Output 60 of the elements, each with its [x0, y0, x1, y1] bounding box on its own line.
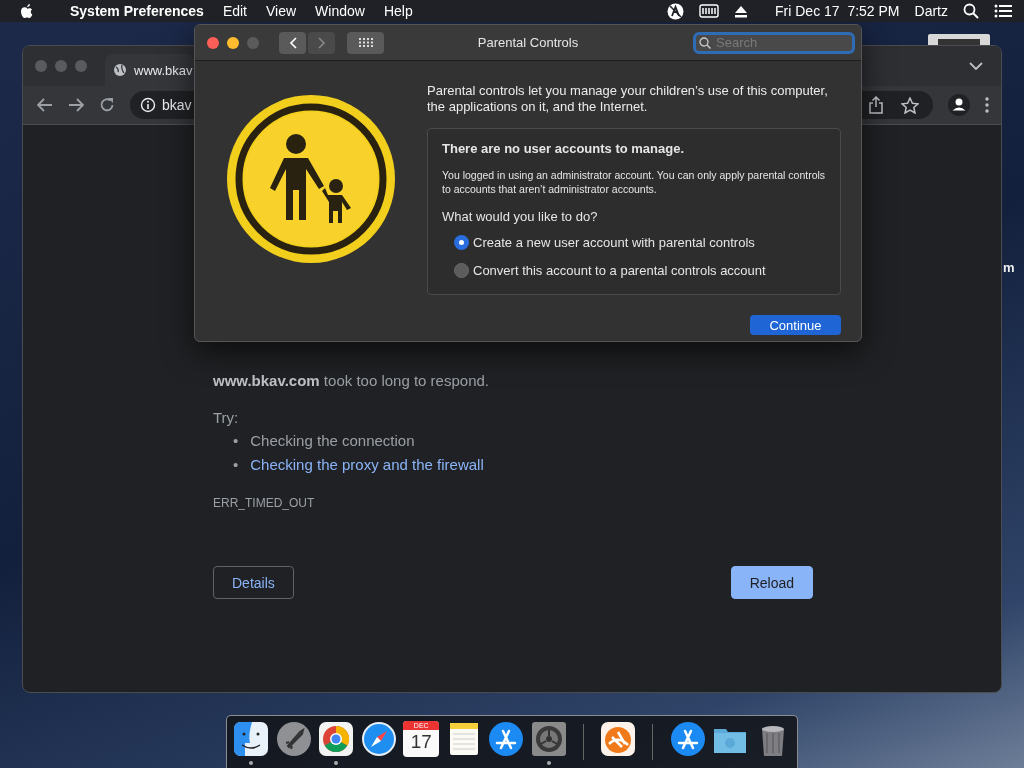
chevron-right-icon: [317, 36, 326, 49]
apple-logo-icon[interactable]: [19, 2, 35, 20]
window-title: Parental Controls: [477, 35, 579, 50]
parent-and-child-icon: [226, 94, 396, 264]
radio-label[interactable]: Create a new user account with parental controls: [473, 234, 755, 250]
radio-button[interactable]: [454, 262, 469, 278]
back-button[interactable]: [279, 31, 306, 54]
list-icon[interactable]: [994, 4, 1012, 18]
error-message: www.bkav.com took too long to respond.: [213, 372, 490, 389]
reload-icon[interactable]: [99, 97, 115, 113]
reload-button[interactable]: Reload: [730, 566, 813, 599]
search-icon[interactable]: [963, 3, 979, 19]
radio-button[interactable]: [454, 234, 469, 250]
details-button[interactable]: Details: [213, 566, 294, 599]
menu-item[interactable]: View: [266, 3, 297, 19]
suggestion-link[interactable]: Checking the proxy and the firewall: [250, 456, 484, 474]
notice-text: You logged in using an administrator account. You can only apply parental controls to accounts that aren’t administrator accounts.: [442, 168, 826, 196]
bullet-mark: •: [233, 432, 239, 450]
more-menu-icon[interactable]: [985, 97, 989, 113]
eject-icon[interactable]: [734, 4, 749, 18]
menu-item[interactable]: Window: [315, 3, 365, 19]
back-arrow-icon[interactable]: [37, 98, 53, 112]
rocket-icon[interactable]: [275, 721, 312, 757]
chevron-left-icon: [288, 36, 297, 49]
menu-item[interactable]: Edit: [222, 3, 247, 19]
bullet-mark: •: [233, 456, 239, 474]
app-store-icon[interactable]: [669, 721, 706, 757]
finder-face-icon[interactable]: [233, 721, 270, 757]
menu-item[interactable]: Help: [383, 3, 413, 19]
suggestion-text: Checking the connection: [250, 432, 415, 450]
app-store-icon[interactable]: [488, 721, 525, 757]
forward-arrow-icon[interactable]: [68, 98, 84, 112]
radio-label[interactable]: Convert this account to a parental controls account: [473, 262, 766, 278]
intro-text: Parental controls let you manage your children’s use of this computer, the applications on it, and the Internet.: [427, 83, 829, 115]
share-icon[interactable]: [869, 96, 883, 114]
compass-icon[interactable]: [360, 721, 397, 757]
app-icon[interactable]: [600, 721, 637, 757]
search-icon: [699, 36, 711, 49]
menu-clock[interactable]: Fri Dec 17 7:52 PM: [775, 3, 900, 19]
chevron-down-icon[interactable]: [969, 61, 983, 71]
notice-title: There are no user accounts to manage.: [442, 141, 686, 156]
app-menu[interactable]: System Preferences: [70, 3, 204, 19]
question-label: What would you like to do?: [442, 209, 599, 224]
battery-icon[interactable]: [699, 4, 720, 18]
show-all-button[interactable]: [347, 31, 384, 54]
globe-icon: [113, 63, 127, 77]
grid-icon: [358, 37, 373, 48]
close-button[interactable]: [207, 36, 219, 49]
browser-tab[interactable]: www.bkav: [105, 54, 195, 86]
gear-icon[interactable]: [530, 721, 567, 757]
desktop-icon-label: m: [1003, 260, 1015, 275]
avatar-icon[interactable]: [948, 94, 970, 116]
try-label: Try:: [213, 409, 240, 426]
minimize-button[interactable]: [227, 36, 239, 49]
chrome-icon[interactable]: [318, 721, 355, 757]
star-icon[interactable]: [901, 96, 919, 114]
continue-button[interactable]: Continue: [750, 315, 841, 335]
user-menu[interactable]: Dartz: [914, 3, 948, 19]
info-icon: [140, 97, 156, 113]
error-code: ERR_TIMED_OUT: [213, 496, 316, 510]
